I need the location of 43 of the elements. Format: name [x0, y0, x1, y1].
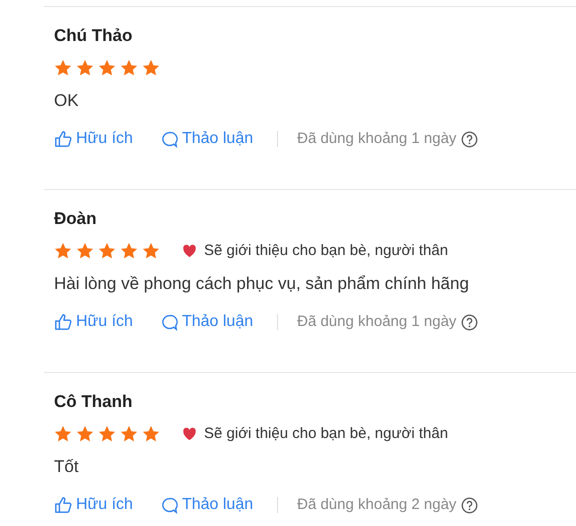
discuss-link[interactable]: Thảo luận [160, 127, 254, 151]
star-icon [98, 242, 116, 260]
review-comment: Tốt [54, 456, 80, 478]
help-icon[interactable] [461, 496, 478, 514]
star-icon [76, 59, 94, 77]
usage-duration: Đã dùng khoảng 1 ngày [297, 312, 456, 332]
star-icon [142, 59, 160, 77]
chat-bubble-icon [160, 130, 178, 148]
chat-bubble-icon [160, 314, 178, 330]
reviewer-name: Đoàn [54, 208, 98, 230]
star-icon [98, 425, 116, 443]
review-comment: OK [54, 90, 80, 112]
chat-bubble-icon [160, 496, 178, 514]
star-icon [76, 425, 94, 443]
heart-icon [182, 244, 197, 258]
helpful-link[interactable]: Hữu ích [54, 310, 133, 334]
recommend-text: Sẽ giới thiệu cho bạn bè, người thân [204, 240, 448, 261]
discuss-link[interactable]: Thảo luận [160, 310, 254, 334]
thumbs-up-icon [54, 496, 72, 514]
help-icon[interactable] [461, 130, 478, 148]
reviewer-name: Cô Thanh [54, 391, 134, 413]
thumbs-up-icon [54, 130, 72, 148]
heart-icon [182, 427, 197, 441]
reviewer-name: Chú Thảo [54, 25, 134, 47]
star-icon [98, 59, 116, 77]
star-icon [54, 242, 72, 260]
star-icon [120, 59, 138, 77]
star-icon [120, 425, 138, 443]
star-icon [54, 59, 72, 77]
star-icon [120, 242, 138, 260]
discuss-link[interactable]: Thảo luận [160, 493, 254, 517]
star-icon [54, 425, 72, 443]
recommend-text: Sẽ giới thiệu cho bạn bè, người thân [204, 424, 448, 444]
helpful-link[interactable]: Hữu ích [54, 493, 133, 517]
star-icon [142, 242, 160, 260]
thumbs-up-icon [54, 313, 72, 331]
star-icon [142, 425, 160, 443]
help-icon[interactable] [461, 314, 478, 330]
usage-duration: Đã dùng khoảng 2 ngày [297, 494, 456, 515]
usage-duration: Đã dùng khoảng 1 ngày [297, 128, 456, 149]
helpful-link[interactable]: Hữu ích [54, 127, 133, 151]
review-comment: Hài lòng về phong cách phục vụ, sản phẩm chính hãng [54, 273, 470, 295]
star-icon [76, 242, 94, 260]
